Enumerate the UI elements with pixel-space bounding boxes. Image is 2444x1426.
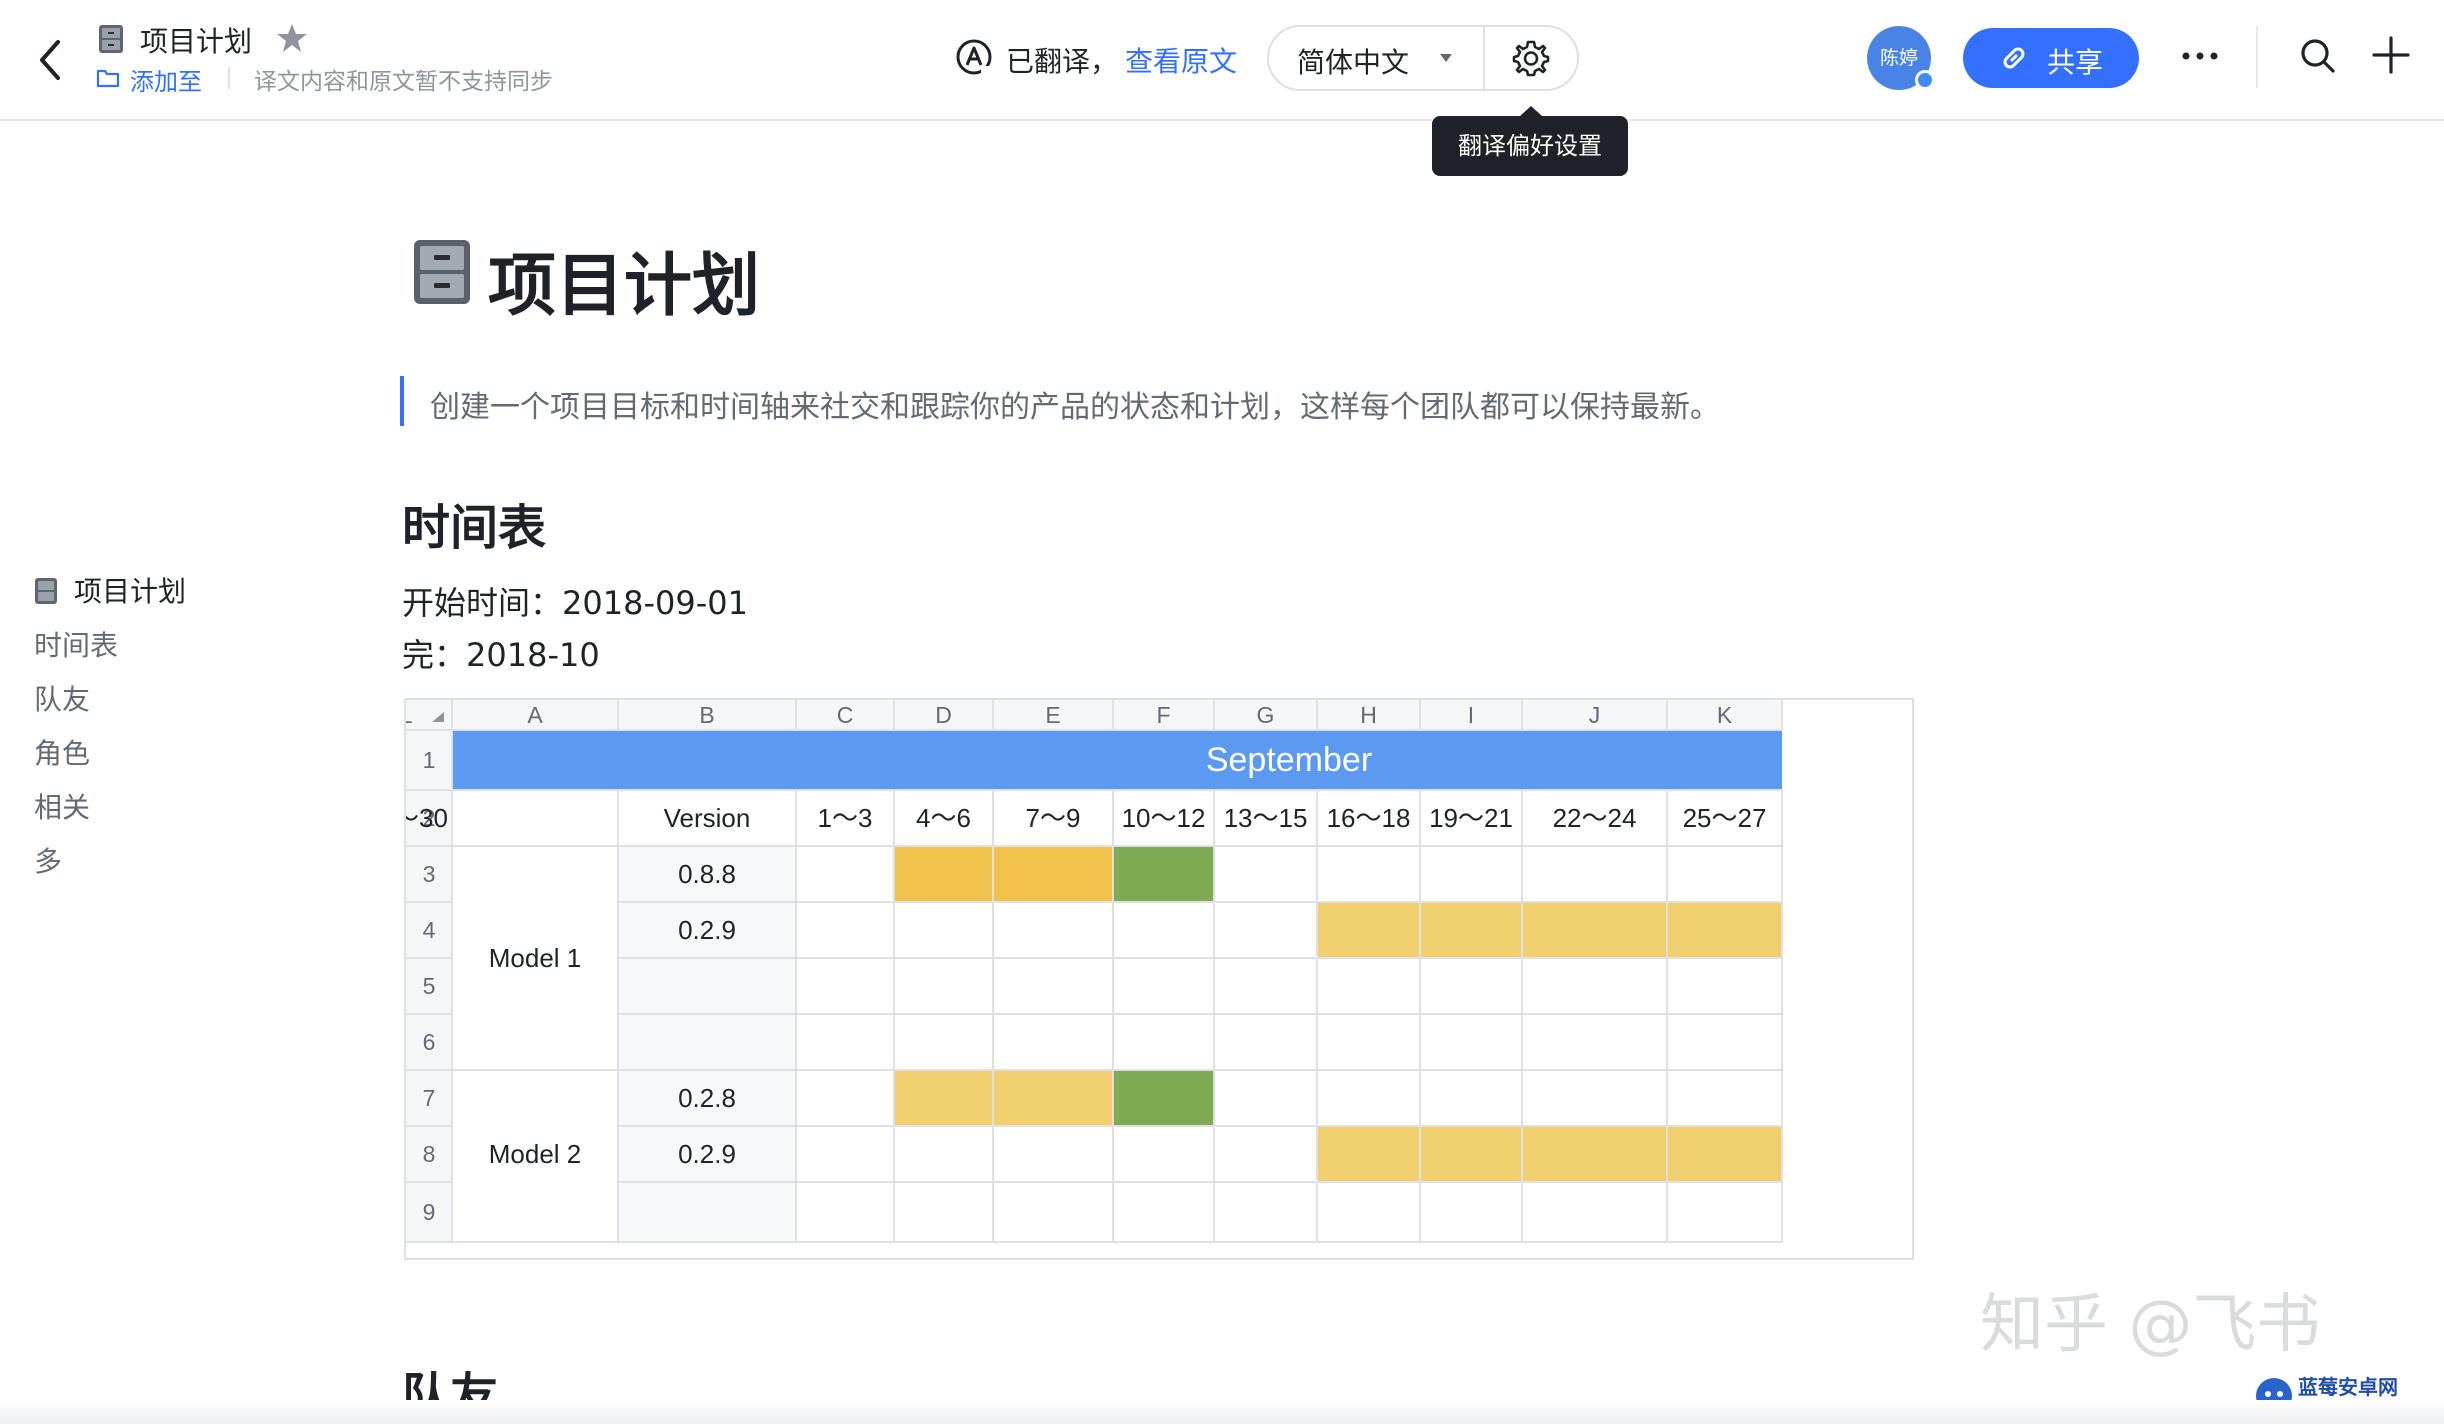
svg-text:蓝莓安卓网: 蓝莓安卓网 [2298, 1375, 2398, 1399]
outline-item-roles[interactable]: 角色 [34, 732, 90, 772]
row-header-6: 6 [423, 1029, 436, 1055]
gantt-bar[interactable] [894, 846, 1113, 902]
date-range-header: 4～6 [916, 803, 971, 833]
spreadsheet-grid: ABCDEFGHIJKL123456789SeptemberVersion1～3… [406, 700, 1783, 1243]
column-header-g: G [1257, 702, 1275, 728]
column-header-l: L [406, 702, 413, 728]
back-button[interactable] [30, 36, 70, 84]
tooltip-text: 翻译偏好设置 [1432, 116, 1628, 176]
column-header-bar [406, 700, 1782, 730]
date-range-header: 10～12 [1122, 803, 1206, 833]
quote-block: 创建一个项目目标和时间轴来社交和跟踪你的产品的状态和计划，这样每个团队都可以保持… [400, 376, 1900, 426]
divider [2256, 26, 2258, 88]
model-name: Model 1 [489, 943, 582, 973]
caret-down-icon [1440, 54, 1452, 62]
date-range-header: 13～15 [1224, 803, 1308, 833]
outline-item-team[interactable]: 队友 [34, 678, 90, 718]
translate-icon [956, 39, 993, 76]
translated-status: 已翻译， [1006, 45, 1119, 78]
sync-note: 译文内容和原文暂不支持同步 [254, 69, 553, 95]
outline-item-label: 项目计划 [74, 575, 187, 608]
column-header-b: B [699, 702, 714, 728]
file-cabinet-icon [35, 578, 57, 604]
column-header-j: J [1589, 702, 1601, 728]
gear-icon [1512, 40, 1550, 77]
star-icon[interactable] [276, 22, 308, 54]
gantt-bar[interactable] [1113, 1070, 1214, 1126]
gantt-bar[interactable] [1317, 1126, 1782, 1182]
language-select[interactable]: 简体中文 [1269, 27, 1483, 89]
version-header: Version [664, 803, 751, 833]
column-header-a: A [527, 702, 543, 728]
language-control: 简体中文 [1267, 25, 1579, 91]
share-button[interactable]: 共享 [1963, 28, 2139, 88]
row-header-8: 8 [423, 1141, 436, 1167]
gantt-bar[interactable] [1317, 902, 1782, 958]
column-header-e: E [1045, 702, 1060, 728]
plus-icon[interactable] [2370, 34, 2412, 76]
svg-text:知乎 @飞书: 知乎 @飞书 [1980, 1288, 2320, 1362]
date-range-header: 16～18 [1327, 803, 1411, 833]
outline-item-more[interactable]: 多 [34, 840, 62, 880]
outline-item-project-plan[interactable]: 项目计划 [34, 570, 186, 610]
row-header-3: 3 [423, 861, 436, 887]
gantt-bar[interactable] [894, 1070, 1113, 1126]
tooltip-arrow [1520, 106, 1542, 116]
top-bar: 项目计划 添加至 译文内容和原文暂不支持同步 已翻译， 查看原文 简体中文 陈婷 [0, 0, 2444, 121]
view-original-link[interactable]: 查看原文 [1125, 40, 1237, 80]
model-name: Model 2 [489, 1139, 582, 1169]
quote-text[interactable]: 创建一个项目目标和时间轴来社交和跟踪你的产品的状态和计划，这样每个团队都可以保持… [430, 382, 1720, 426]
row-header-9: 9 [423, 1199, 436, 1225]
settings-tooltip: 翻译偏好设置 [1432, 106, 1628, 178]
file-cabinet-icon [99, 25, 123, 53]
row-header-7: 7 [423, 1085, 436, 1111]
column-header-f: F [1156, 702, 1170, 728]
add-to-link[interactable]: 添加至 [130, 62, 202, 97]
column-header-d: D [935, 702, 952, 728]
language-label: 简体中文 [1297, 46, 1410, 79]
date-range-header: 28～30 [406, 803, 448, 833]
column-header-k: K [1717, 702, 1733, 728]
month-label: September [1206, 741, 1372, 779]
page-title[interactable]: 项目计划 [488, 230, 760, 329]
date-range-header: 1～3 [818, 803, 873, 833]
search-icon[interactable] [2298, 36, 2338, 76]
status-dot [1915, 70, 1935, 90]
outline-item-related[interactable]: 相关 [34, 786, 90, 826]
header-cell-ab [452, 730, 796, 790]
divider [228, 67, 230, 89]
date-range-header: 25～27 [1683, 803, 1767, 833]
version-cell: 0.8.8 [678, 859, 736, 889]
end-date-line[interactable]: 完：2018-10 [402, 630, 600, 676]
share-label: 共享 [2047, 46, 2104, 79]
embedded-spreadsheet[interactable]: ABCDEFGHIJKL123456789SeptemberVersion1～3… [404, 698, 1914, 1260]
version-cell: 0.2.9 [678, 915, 736, 945]
date-range-header: 22～24 [1553, 803, 1637, 833]
outline-item-timeline[interactable]: 时间表 [34, 624, 118, 664]
row-header-5: 5 [423, 973, 436, 999]
row-header-4: 4 [423, 917, 436, 943]
link-icon [2003, 47, 2025, 69]
doc-title[interactable]: 项目计划 [140, 20, 252, 60]
section-heading-timeline[interactable]: 时间表 [402, 488, 546, 558]
version-cell: 0.2.8 [678, 1083, 736, 1113]
row-header-1: 1 [423, 747, 436, 773]
date-range-header: 7～9 [1026, 803, 1081, 833]
translation-settings-button[interactable] [1485, 27, 1577, 89]
date-range-header: 19～21 [1429, 803, 1513, 833]
bottom-edge [0, 1400, 2444, 1424]
folder-icon [96, 69, 120, 88]
file-cabinet-icon [414, 240, 470, 304]
watermark-logo: 知乎 @飞书 [1980, 1288, 2320, 1362]
column-header-c: C [837, 702, 854, 728]
chevron-left-icon [40, 40, 60, 80]
version-cell: 0.2.9 [678, 1139, 736, 1169]
more-icon[interactable] [2178, 40, 2222, 72]
gantt-bar[interactable] [1113, 846, 1214, 902]
start-date-line[interactable]: 开始时间：2018-09-01 [402, 578, 748, 624]
column-header-i: I [1468, 702, 1474, 728]
column-header-h: H [1360, 702, 1377, 728]
quote-bar [400, 376, 404, 426]
